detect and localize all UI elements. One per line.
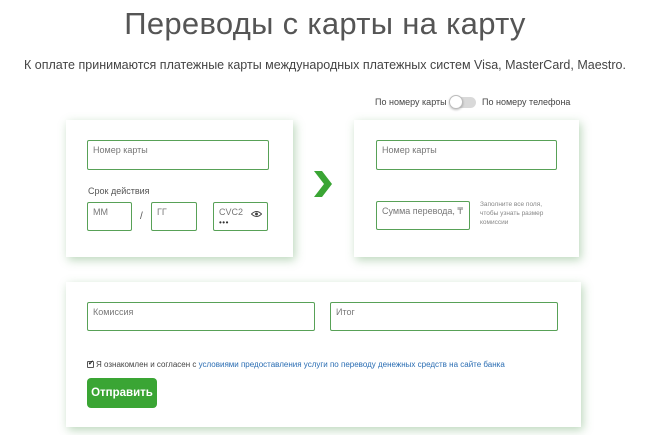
cvc-field[interactable]: CVC2 •••: [213, 202, 268, 231]
recipient-card-number-field[interactable]: Номер карты: [376, 140, 557, 170]
toggle-label-card[interactable]: По номеру карты: [375, 97, 447, 107]
commission-field[interactable]: Комиссия: [87, 302, 315, 331]
toggle-knob[interactable]: [449, 95, 463, 109]
checkmark-icon: ✔: [88, 360, 94, 367]
total-label: Итог: [336, 307, 355, 317]
submit-button[interactable]: Отправить: [87, 378, 157, 408]
transfer-amount-field[interactable]: Сумма перевода, ₸: [376, 201, 470, 230]
expiry-month-field[interactable]: ММ: [87, 202, 132, 231]
total-field[interactable]: Итог: [330, 302, 558, 331]
commission-hint: Заполните все поля, чтобы узнать размер …: [480, 201, 544, 226]
consent-text: Я ознакомлен и согласен с условиями пред…: [96, 360, 505, 369]
sender-card-number-field[interactable]: Номер карты: [87, 140, 269, 170]
consent-checkbox[interactable]: ✔: [87, 360, 94, 368]
expiry-month-placeholder: ММ: [93, 207, 108, 217]
cvc-label: CVC2: [219, 207, 244, 217]
commission-label: Комиссия: [93, 307, 134, 317]
arrow-right-icon: [314, 171, 332, 197]
page-title: Переводы с карты на карту: [124, 6, 526, 41]
expiry-label: Срок действия: [88, 186, 150, 196]
page-subtitle: К оплате принимаются платежные карты меж…: [24, 58, 626, 72]
cvc-mask: •••: [219, 218, 229, 227]
expiry-separator: /: [140, 211, 143, 222]
sender-card-number-label: Номер карты: [93, 145, 148, 155]
transfer-mode-toggle[interactable]: [449, 95, 476, 109]
transfer-amount-label: Сумма перевода, ₸: [382, 206, 464, 216]
consent-prefix: Я ознакомлен и согласен с: [96, 360, 197, 369]
terms-link[interactable]: условиями предоставления услуги по перев…: [199, 360, 505, 369]
toggle-label-phone[interactable]: По номеру телефона: [482, 97, 570, 107]
recipient-card-number-label: Номер карты: [382, 145, 437, 155]
eye-icon[interactable]: [251, 210, 262, 218]
expiry-year-placeholder: ГГ: [157, 207, 167, 217]
expiry-year-field[interactable]: ГГ: [151, 202, 197, 231]
